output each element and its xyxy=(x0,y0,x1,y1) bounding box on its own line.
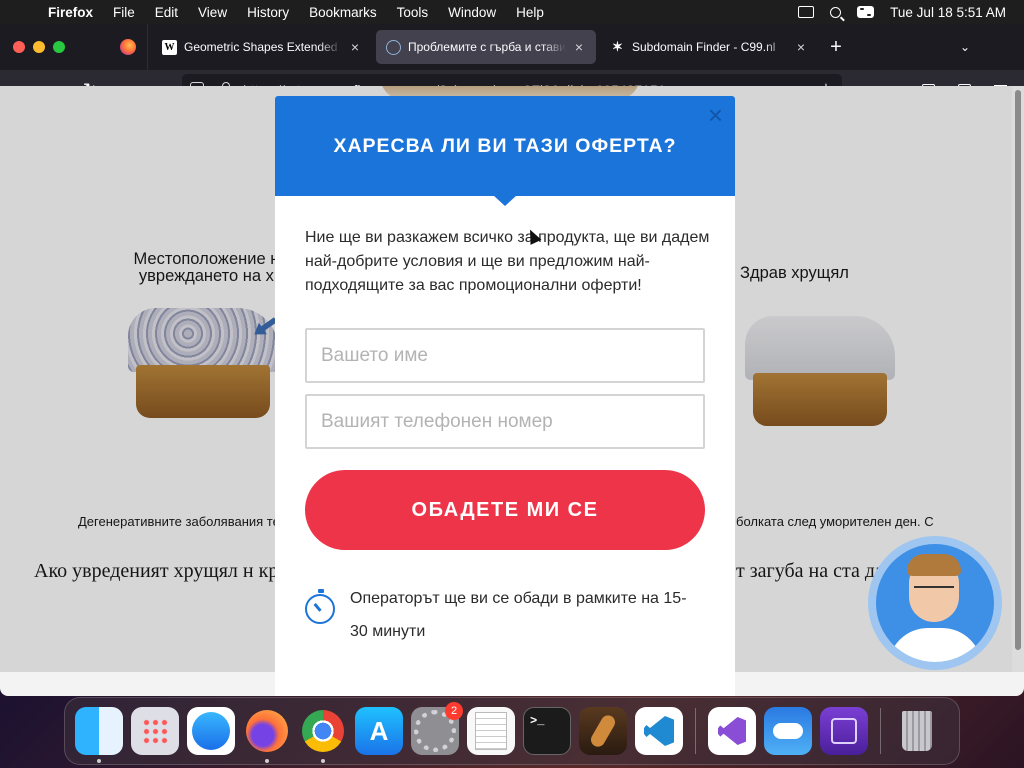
tab-geometric-shapes[interactable]: W Geometric Shapes Extended - W × xyxy=(152,30,372,64)
new-tab-button[interactable]: + xyxy=(818,36,854,59)
firefox-icon xyxy=(119,39,136,55)
running-indicator xyxy=(265,759,269,763)
modal-description: Ние ще ви разкажем всичко за продукта, щ… xyxy=(305,229,710,294)
app-store-icon[interactable]: A xyxy=(355,707,403,755)
operator-avatar[interactable] xyxy=(876,544,994,662)
menu-window[interactable]: Window xyxy=(438,5,506,20)
menu-history[interactable]: History xyxy=(237,5,299,20)
finder-icon[interactable] xyxy=(75,707,123,763)
dock-separator xyxy=(695,708,696,754)
menu-edit[interactable]: Edit xyxy=(145,5,188,20)
chrome-icon[interactable] xyxy=(299,707,347,763)
stopwatch-icon xyxy=(305,589,335,624)
close-icon[interactable]: × xyxy=(708,102,723,128)
menu-clock[interactable]: Tue Jul 18 5:51 AM xyxy=(890,5,1006,20)
zoom-window-button[interactable] xyxy=(53,41,65,53)
screen-mirroring-icon[interactable] xyxy=(798,6,815,18)
menu-bar: Firefox File Edit View History Bookmarks… xyxy=(0,0,1024,24)
textedit-icon[interactable] xyxy=(467,707,515,755)
control-center-icon[interactable] xyxy=(857,6,875,18)
running-indicator xyxy=(321,759,325,763)
dock: A 2 >_ xyxy=(64,697,960,765)
callback-note: Операторът ще ви се обади в рамките на 1… xyxy=(350,590,687,640)
tab-bar: W Geometric Shapes Extended - W × Пробле… xyxy=(0,24,1024,70)
tab-title: Проблемите с гърба и ставите xyxy=(408,40,566,54)
menu-view[interactable]: View xyxy=(188,5,237,20)
stack-app-icon[interactable] xyxy=(820,707,868,755)
system-settings-icon[interactable]: 2 xyxy=(411,702,463,755)
tab-active-back-problems[interactable]: Проблемите с гърба и ставите × xyxy=(376,30,596,64)
safari-icon[interactable] xyxy=(187,707,235,755)
garageband-icon[interactable] xyxy=(579,707,627,755)
minimize-window-button[interactable] xyxy=(33,41,45,53)
scrollbar-thumb[interactable] xyxy=(1015,90,1021,650)
pinned-tab-firefox[interactable] xyxy=(108,24,148,70)
close-tab-icon[interactable]: × xyxy=(794,39,808,55)
avatar-glasses xyxy=(914,586,954,596)
visual-studio-icon[interactable] xyxy=(708,707,756,755)
menu-tools[interactable]: Tools xyxy=(387,5,439,20)
tab-subdomain-finder[interactable]: ✶ Subdomain Finder - C99.nl × xyxy=(600,30,818,64)
avatar-shirt xyxy=(888,628,982,662)
avatar-hair xyxy=(907,554,961,576)
close-tab-icon[interactable]: × xyxy=(348,39,362,55)
call-me-button[interactable]: ОБАДЕТЕ МИ СЕ xyxy=(305,470,705,550)
menu-app-name[interactable]: Firefox xyxy=(38,5,103,20)
menu-bookmarks[interactable]: Bookmarks xyxy=(299,5,387,20)
spotlight-search-icon[interactable] xyxy=(830,6,842,18)
offer-modal: ХАРЕСВА ЛИ ВИ ТАЗИ ОФЕРТА? × Ние ще ви р… xyxy=(275,96,735,696)
firefox-icon[interactable] xyxy=(243,707,291,763)
close-window-button[interactable] xyxy=(13,41,25,53)
launchpad-icon[interactable] xyxy=(131,707,179,755)
close-tab-icon[interactable]: × xyxy=(572,39,586,55)
running-indicator xyxy=(97,759,101,763)
modal-header: ХАРЕСВА ЛИ ВИ ТАЗИ ОФЕРТА? × xyxy=(275,96,735,206)
wikipedia-icon: W xyxy=(162,39,177,55)
vscode-icon[interactable] xyxy=(635,707,683,755)
terminal-icon[interactable]: >_ xyxy=(523,707,571,755)
weather-icon[interactable] xyxy=(764,707,812,755)
menu-help[interactable]: Help xyxy=(506,5,554,20)
trash-icon[interactable] xyxy=(893,707,941,755)
modal-title: ХАРЕСВА ЛИ ВИ ТАЗИ ОФЕРТА? xyxy=(333,134,677,157)
notification-badge: 2 xyxy=(445,702,463,720)
tab-title: Subdomain Finder - C99.nl xyxy=(632,40,776,54)
page-scrollbar[interactable] xyxy=(1012,86,1024,672)
window-controls xyxy=(0,41,108,53)
menu-file[interactable]: File xyxy=(103,5,145,20)
c99-icon: ✶ xyxy=(612,39,623,54)
phone-input[interactable] xyxy=(305,394,705,449)
globe-icon xyxy=(386,39,401,55)
dock-separator xyxy=(880,708,881,754)
tab-title: Geometric Shapes Extended - W xyxy=(184,40,342,54)
name-input[interactable] xyxy=(305,328,705,383)
list-all-tabs-icon[interactable]: ⌄ xyxy=(960,40,974,54)
